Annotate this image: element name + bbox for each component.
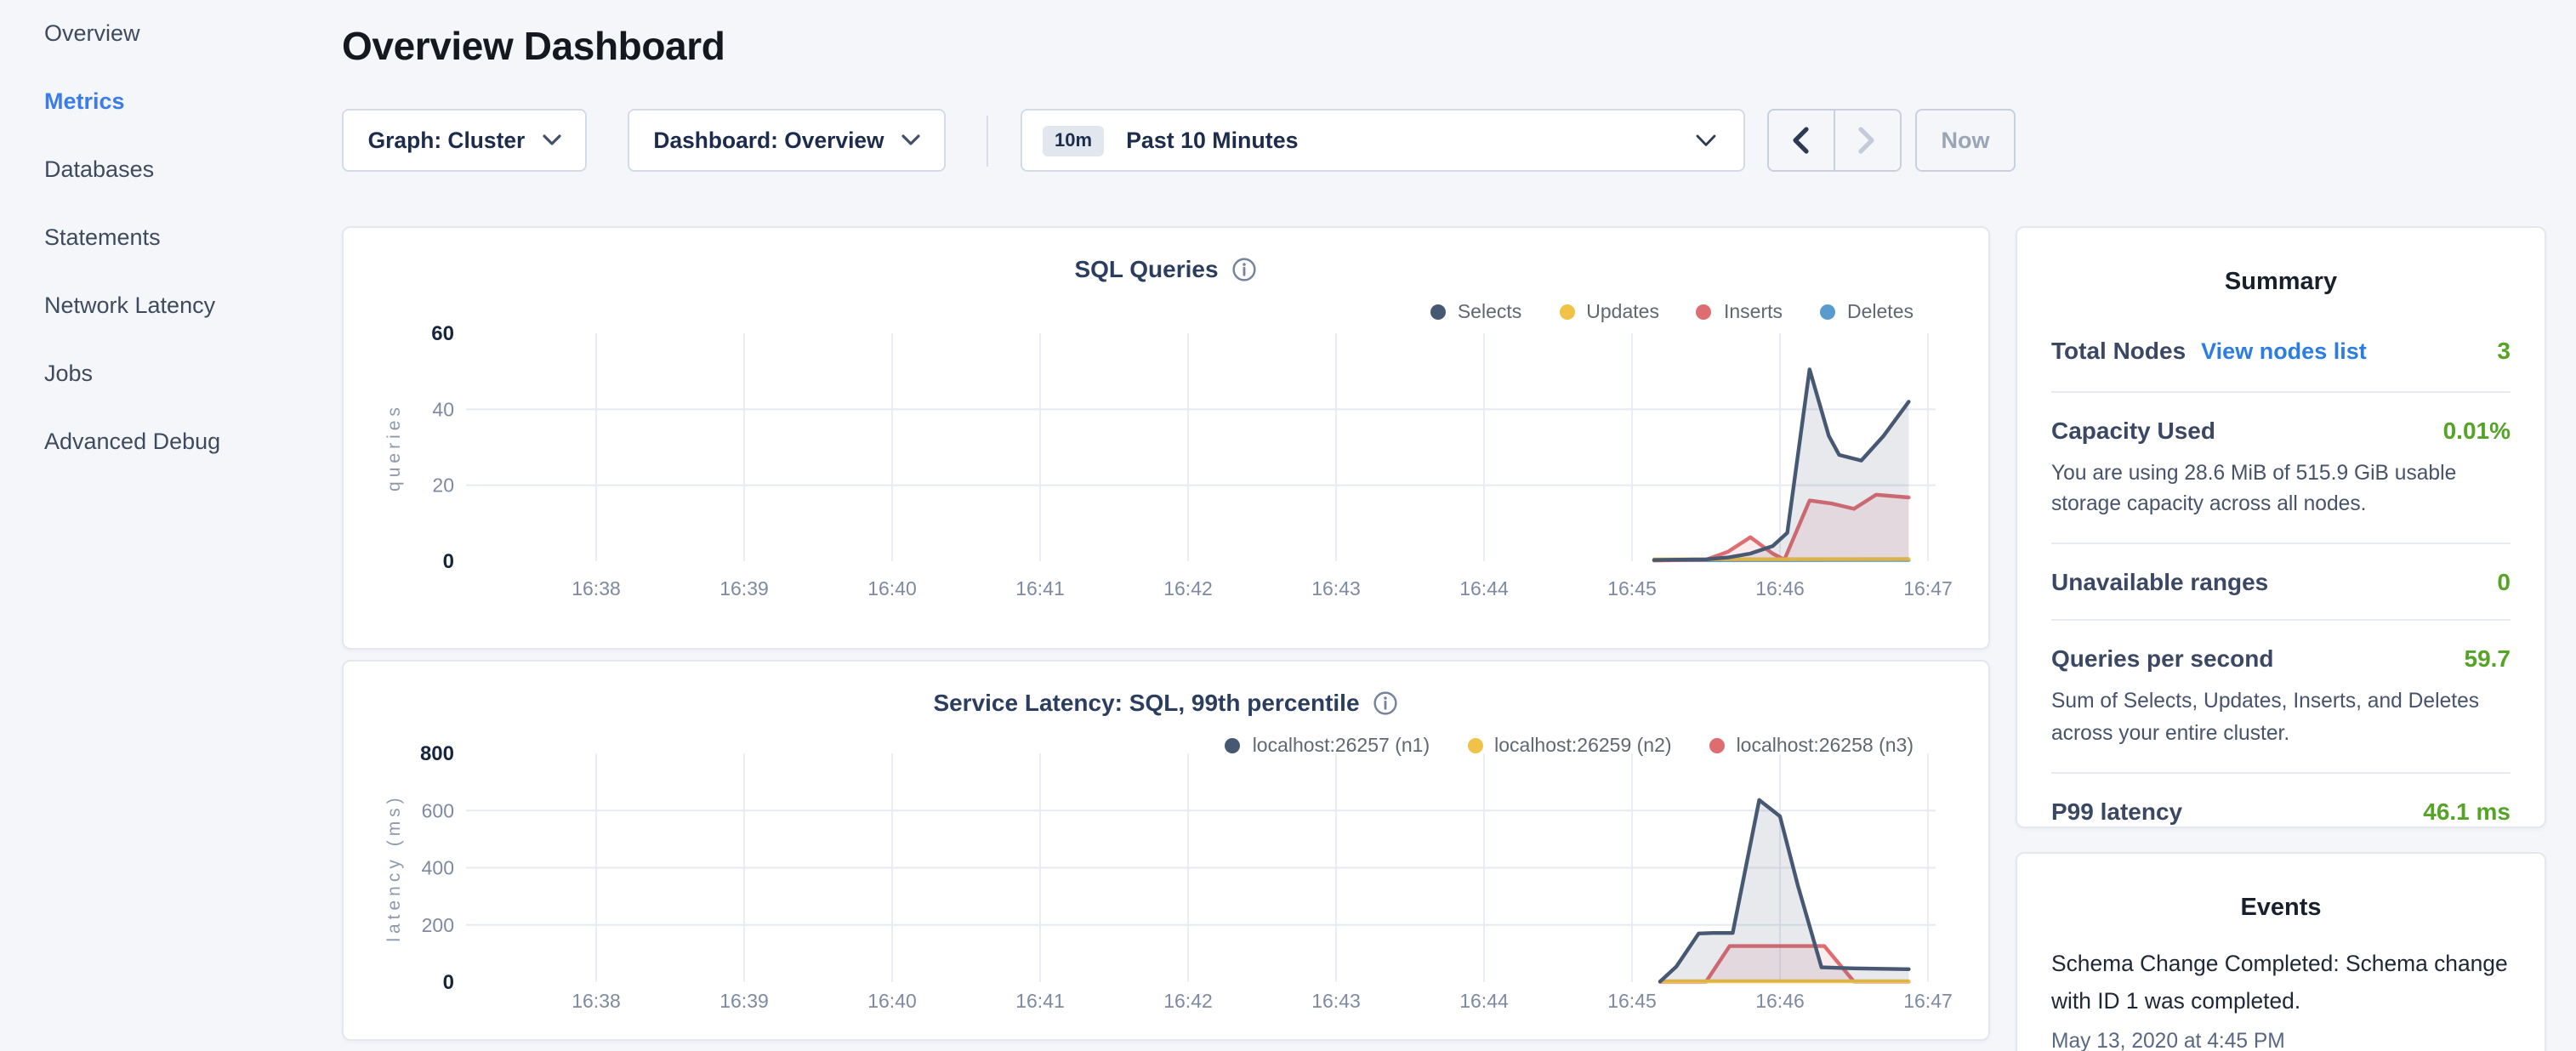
svg-text:800: 800 (420, 741, 454, 764)
svg-text:16:40: 16:40 (867, 577, 917, 599)
time-step-buttons (1767, 109, 1902, 172)
svg-text:16:41: 16:41 (1015, 989, 1065, 1011)
now-button[interactable]: Now (1915, 109, 2016, 172)
time-range-picker[interactable]: 10m Past 10 Minutes (1021, 109, 1745, 172)
chevron-down-icon (901, 134, 920, 146)
page-title: Overview Dashboard (342, 24, 725, 70)
svg-text:600: 600 (422, 798, 454, 821)
time-forward-button[interactable] (1834, 111, 1900, 170)
chevron-down-icon (542, 134, 560, 146)
summary-row-description: Sum of Selects, Updates, Inserts, and De… (2051, 686, 2511, 749)
chevron-left-icon (1792, 126, 1811, 155)
time-range-label: Past 10 Minutes (1126, 128, 1696, 153)
app: Overview Metrics Databases Statements Ne… (0, 0, 2576, 1051)
svg-text:400: 400 (422, 856, 454, 878)
view-nodes-list-link[interactable]: View nodes list (2201, 338, 2367, 363)
toolbar: Graph: Cluster Dashboard: Overview 10m P… (342, 109, 1990, 172)
svg-text:16:44: 16:44 (1459, 989, 1509, 1011)
svg-text:60: 60 (431, 321, 454, 344)
svg-text:16:38: 16:38 (571, 577, 621, 599)
event-message: Schema Change Completed: Schema change w… (2051, 946, 2511, 1021)
sql-queries-chart-card: SQL Queries SelectsUpdatesInsertsDeletes… (342, 225, 1990, 649)
svg-text:16:46: 16:46 (1755, 577, 1805, 599)
service-latency-plot[interactable]: 16:38 16:39 16:40 16:41 16:42 16:43 16:44 16:45… (344, 661, 1988, 1038)
time-back-button[interactable] (1769, 111, 1834, 170)
dashboard-dropdown-label: Dashboard: Overview (653, 128, 884, 153)
sidebar-item-metrics[interactable]: Metrics (44, 88, 333, 116)
svg-text:16:47: 16:47 (1903, 577, 1953, 599)
events-panel: Events Schema Change Completed: Schema c… (2016, 852, 2546, 1051)
events-heading: Events (2051, 895, 2511, 922)
chevron-right-icon (1858, 126, 1877, 155)
svg-text:16:44: 16:44 (1459, 577, 1509, 599)
summary-row-label: P99 latency (2051, 798, 2182, 826)
svg-text:16:45: 16:45 (1607, 989, 1657, 1011)
svg-text:16:39: 16:39 (719, 989, 769, 1011)
summary-row-capacity-used: Capacity Used 0.01% You are using 28.6 M… (2051, 392, 2511, 545)
svg-text:200: 200 (422, 913, 454, 935)
svg-text:16:42: 16:42 (1163, 577, 1213, 599)
svg-text:latency (ms): latency (ms) (384, 793, 404, 940)
summary-row-label: Queries per second (2051, 645, 2273, 673)
svg-text:16:45: 16:45 (1607, 577, 1657, 599)
event-timestamp: May 13, 2020 at 4:45 PM (2051, 1030, 2511, 1051)
summary-row-unavailable-ranges: Unavailable ranges 0 (2051, 545, 2511, 622)
summary-row-value: 0 (2497, 569, 2511, 596)
svg-text:16:38: 16:38 (571, 989, 621, 1011)
svg-text:16:39: 16:39 (719, 577, 769, 599)
svg-text:16:43: 16:43 (1311, 577, 1361, 599)
event-list-item[interactable]: Schema Change Completed: Schema change w… (2051, 946, 2511, 1051)
sidebar-item-databases[interactable]: Databases (44, 156, 333, 184)
sql-queries-plot[interactable]: 16:38 16:39 16:40 16:41 16:42 16:43 16:44 16:45… (344, 227, 1988, 647)
svg-text:16:42: 16:42 (1163, 989, 1213, 1011)
summary-row-label: Capacity Used (2051, 416, 2215, 443)
summary-row-value: 3 (2497, 336, 2511, 363)
svg-text:0: 0 (443, 549, 454, 572)
summary-row-label: Total Nodes (2051, 336, 2186, 363)
sidebar: Overview Metrics Databases Statements Ne… (0, 0, 333, 1051)
sidebar-item-network-latency[interactable]: Network Latency (44, 293, 333, 320)
svg-text:16:40: 16:40 (867, 989, 917, 1011)
dashboard-dropdown[interactable]: Dashboard: Overview (628, 109, 946, 172)
summary-row-label: Unavailable ranges (2051, 569, 2268, 596)
main-content: Overview Dashboard Graph: Cluster Dashbo… (342, 0, 1990, 1051)
graph-dropdown-label: Graph: Cluster (368, 128, 526, 153)
sidebar-item-overview[interactable]: Overview (44, 20, 333, 48)
summary-row-description: You are using 28.6 MiB of 515.9 GiB usab… (2051, 457, 2511, 520)
svg-text:0: 0 (443, 970, 454, 993)
svg-text:20: 20 (432, 474, 454, 496)
svg-text:16:43: 16:43 (1311, 989, 1361, 1011)
svg-text:16:46: 16:46 (1755, 989, 1805, 1011)
toolbar-divider (987, 116, 988, 167)
chevron-down-icon (1696, 134, 1716, 147)
summary-heading: Summary (2051, 268, 2511, 295)
summary-row-p99-latency: P99 latency 46.1 ms (2051, 775, 2511, 849)
svg-text:40: 40 (432, 397, 454, 419)
service-latency-chart-card: Service Latency: SQL, 99th percentile lo… (342, 659, 1990, 1040)
summary-panel: Summary Total Nodes View nodes list 3 Cap… (2016, 225, 2546, 827)
summary-row-value: 0.01% (2443, 416, 2511, 443)
summary-row-value: 46.1 ms (2423, 798, 2511, 826)
sidebar-item-advanced-debug[interactable]: Advanced Debug (44, 429, 333, 456)
time-range-badge: 10m (1043, 125, 1104, 156)
sidebar-item-jobs[interactable]: Jobs (44, 361, 333, 388)
graph-dropdown[interactable]: Graph: Cluster (342, 109, 587, 172)
summary-row-value: 59.7 (2465, 645, 2511, 673)
summary-row-total-nodes: Total Nodes View nodes list 3 (2051, 312, 2511, 392)
summary-row-queries-per-second: Queries per second 59.7 Sum of Selects, … (2051, 622, 2511, 775)
sidebar-item-statements[interactable]: Statements (44, 224, 333, 252)
svg-text:16:41: 16:41 (1015, 577, 1065, 599)
svg-text:16:47: 16:47 (1903, 989, 1953, 1011)
svg-text:queries: queries (384, 402, 404, 491)
